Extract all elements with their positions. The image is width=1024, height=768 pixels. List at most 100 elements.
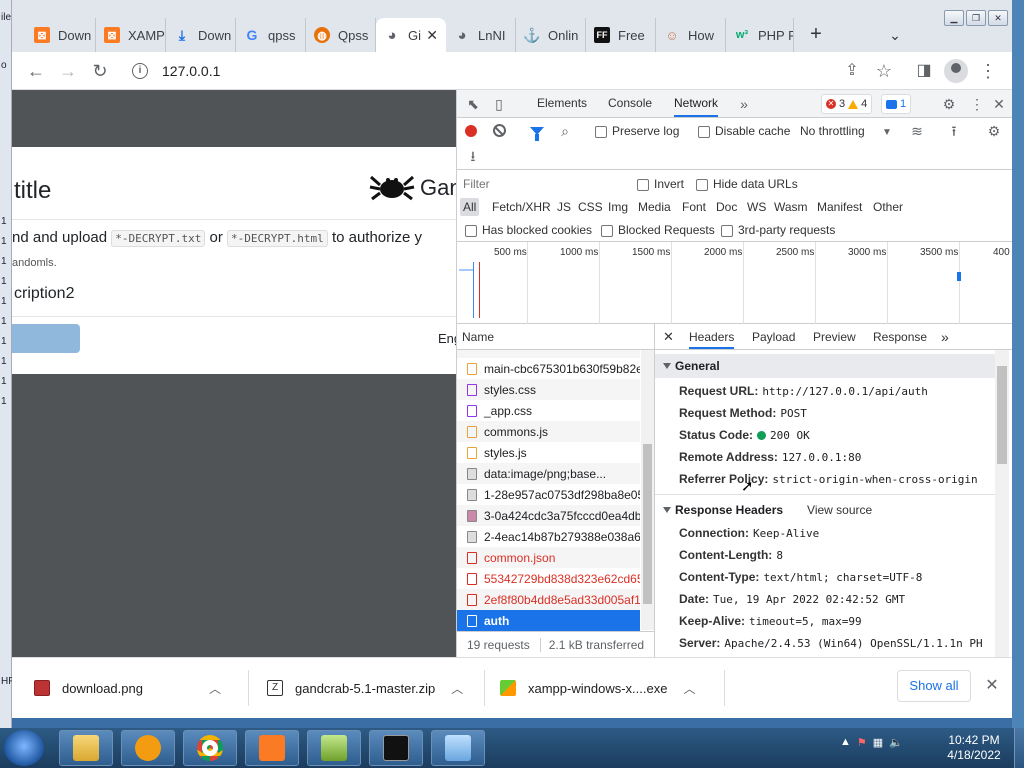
tab-downloads[interactable]: ⤓ Down [166, 18, 236, 52]
record-icon[interactable] [465, 125, 477, 137]
inspect-element-icon[interactable]: ⬉ [463, 94, 483, 114]
chevron-up-icon[interactable]: ︿ [683, 680, 695, 697]
chevron-up-icon[interactable]: ︿ [451, 680, 463, 697]
chevron-up-icon[interactable]: ︿ [209, 680, 221, 697]
checkbox[interactable] [721, 224, 733, 237]
checkbox[interactable] [637, 178, 649, 191]
blocked-requests-checkbox[interactable]: Blocked Requests [601, 223, 715, 237]
close-tab-icon[interactable]: ✕ [426, 27, 438, 44]
throttling-select[interactable]: No throttling ▼ [800, 124, 892, 138]
kebab-menu-icon[interactable]: ⋮ [976, 59, 1000, 83]
blocked-cookies-checkbox[interactable]: Has blocked cookies [465, 223, 592, 237]
tab-elements[interactable]: Elements [537, 90, 587, 117]
tab-qpss[interactable]: ◍ Qpss [306, 18, 376, 52]
close-detail-icon[interactable]: ✕ [663, 329, 674, 345]
share-icon[interactable]: ⇪ [840, 59, 864, 83]
tab-online[interactable]: ⚓ Onlin [516, 18, 586, 52]
table-row[interactable]: 55342729bd838d323e62cd65 [457, 568, 640, 589]
taskbar-cmd[interactable] [369, 730, 423, 766]
table-row[interactable]: common.json [457, 547, 640, 568]
scrollbar-thumb[interactable] [997, 366, 1007, 464]
volume-icon[interactable]: 🔈 [889, 736, 903, 749]
network-conditions-icon[interactable]: ≋ [907, 121, 927, 141]
checkbox[interactable] [601, 224, 613, 237]
type-filter-manifest[interactable]: Manifest [814, 198, 865, 216]
address-bar[interactable]: i 127.0.0.1 [120, 57, 896, 85]
type-filter-doc[interactable]: Doc [713, 198, 740, 216]
show-desktop-button[interactable] [1014, 728, 1024, 768]
download-item[interactable]: download.png ︿ [34, 670, 221, 706]
general-section-header[interactable]: General [655, 354, 995, 378]
taskbar-xampp[interactable] [245, 730, 299, 766]
tab-downloads-xampp[interactable]: ⊠ Down [26, 18, 96, 52]
table-row[interactable]: _app.css [457, 400, 640, 421]
tab-how[interactable]: ☺ How [656, 18, 726, 52]
tab-preview[interactable]: Preview [813, 324, 856, 349]
tab-response[interactable]: Response [873, 324, 927, 349]
clear-icon[interactable] [493, 124, 506, 137]
type-filter-wasm[interactable]: Wasm [771, 198, 811, 216]
type-filter-js[interactable]: JS [554, 198, 574, 216]
site-info-icon[interactable]: i [132, 63, 148, 79]
third-party-checkbox[interactable]: 3rd-party requests [721, 223, 835, 237]
upload-button[interactable] [12, 324, 80, 353]
type-filter-fetch-xhr[interactable]: Fetch/XHR [489, 198, 554, 216]
view-source-link[interactable]: View source [807, 503, 872, 517]
tab-php[interactable]: w³ PHP F [726, 18, 794, 52]
taskbar-notepad[interactable] [431, 730, 485, 766]
close-downloads-icon[interactable]: ✕ [982, 674, 1002, 698]
search-icon[interactable]: ⌕ [555, 121, 575, 141]
taskbar-media-player[interactable] [121, 730, 175, 766]
tab-google-qpss[interactable]: G qpss [236, 18, 306, 52]
checkbox[interactable] [465, 224, 477, 237]
disable-cache-checkbox[interactable]: Disable cache [698, 124, 790, 138]
reload-icon[interactable]: ↻ [88, 59, 112, 83]
tray-expand-icon[interactable]: ▲ [840, 736, 851, 749]
table-row[interactable]: styles.css [457, 379, 640, 400]
table-row[interactable]: 2ef8f80b4dd8e5ad33d005af1 [457, 589, 640, 610]
taskbar-explorer[interactable] [59, 730, 113, 766]
network-settings-gear-icon[interactable]: ⚙ [984, 121, 1004, 141]
type-filter-other[interactable]: Other [870, 198, 906, 216]
table-row-selected[interactable]: auth [457, 610, 640, 631]
hide-data-urls-checkbox[interactable]: Hide data URLs [696, 177, 798, 191]
type-filter-img[interactable]: Img [605, 198, 631, 216]
checkbox[interactable] [595, 125, 607, 138]
devtools-menu-icon[interactable]: ⋮ [967, 94, 987, 114]
settings-gear-icon[interactable]: ⚙ [939, 94, 959, 114]
table-row[interactable]: 3-0a424cdc3a75fcccd0ea4db [457, 505, 640, 526]
filter-icon[interactable] [530, 127, 544, 141]
taskbar-notepadpp[interactable] [307, 730, 361, 766]
type-filter-ws[interactable]: WS [744, 198, 769, 216]
back-arrow-icon[interactable]: ← [24, 59, 48, 83]
start-button[interactable] [4, 730, 44, 766]
table-row[interactable]: main-cbc675301b630f59b82e [457, 358, 640, 379]
response-headers-section-header[interactable]: Response Headers View source [655, 498, 995, 522]
import-har-icon[interactable]: ⭱ [944, 121, 964, 141]
table-row[interactable]: 2-4eac14b87b279388e038a6 [457, 526, 640, 547]
scrollbar-thumb[interactable] [643, 444, 652, 604]
table-row[interactable]: commons.js [457, 421, 640, 442]
new-tab-button[interactable]: + [802, 20, 830, 48]
url-text[interactable]: 127.0.0.1 [162, 63, 220, 79]
close-devtools-icon[interactable]: ✕ [989, 94, 1009, 114]
language-selector[interactable]: Eng [438, 331, 456, 346]
preserve-log-checkbox[interactable]: Preserve log [595, 124, 679, 138]
name-column-header[interactable]: Name [462, 330, 494, 344]
table-row[interactable]: styles.js [457, 442, 640, 463]
show-all-button[interactable]: Show all [897, 670, 971, 702]
action-center-icon[interactable]: ⚑ [857, 736, 867, 749]
type-filter-all[interactable]: All [460, 198, 480, 216]
tab-free[interactable]: FF Free [586, 18, 656, 52]
filter-input[interactable] [459, 174, 619, 194]
type-filter-css[interactable]: CSS [575, 198, 606, 216]
more-tabs-icon[interactable]: » [734, 94, 754, 114]
type-filter-media[interactable]: Media [635, 198, 674, 216]
download-item[interactable]: Z gandcrab-5.1-master.zip ︿ [267, 670, 463, 706]
minimize-button[interactable]: ▁ [944, 10, 964, 26]
maximize-button[interactable]: ❐ [966, 10, 986, 26]
tab-active[interactable]: ◕ Gi ✕ [376, 18, 446, 52]
tab-lnni[interactable]: ◕ LnNI [446, 18, 516, 52]
checkbox[interactable] [698, 125, 710, 138]
export-har-icon[interactable]: ⭳ [463, 146, 483, 166]
